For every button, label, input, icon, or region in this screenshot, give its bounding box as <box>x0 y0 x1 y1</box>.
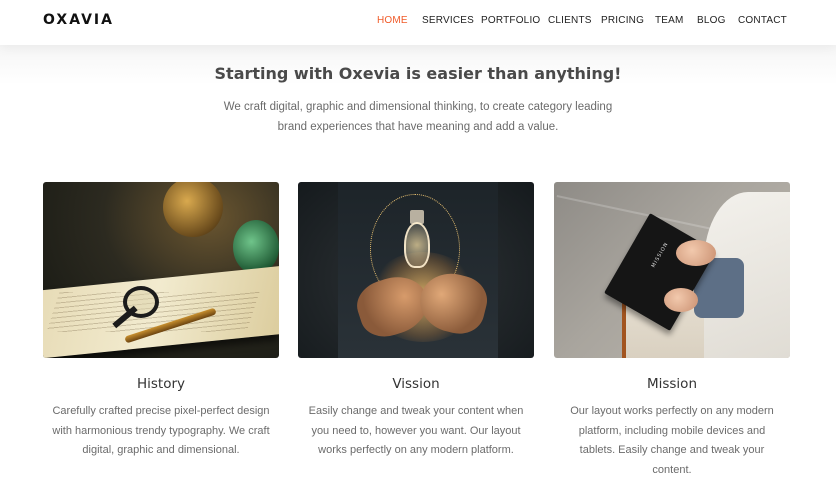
feature-card-mission: MISSION Mission Our layout works perfect… <box>554 182 790 480</box>
nav-item-services[interactable]: SERVICES <box>422 15 474 26</box>
card-title-mission: Mission <box>646 376 698 392</box>
card-text-history: Carefully crafted precise pixel-perfect … <box>52 405 270 456</box>
feature-card-history: History Carefully crafted precise pixel-… <box>43 182 279 461</box>
main-nav: HOME SERVICES PORTFOLIO CLIENTS PRICING … <box>0 15 836 29</box>
nav-item-contact[interactable]: CONTACT <box>738 15 787 26</box>
nav-item-portfolio[interactable]: PORTFOLIO <box>481 15 540 26</box>
navbar: OXAVIA HOME SERVICES PORTFOLIO CLIENTS P… <box>0 0 836 45</box>
card-text-vission: Easily change and tweak your content whe… <box>308 405 524 456</box>
intro-text: We craft digital, graphic and dimensiona… <box>223 101 613 133</box>
nav-item-team[interactable]: TEAM <box>655 15 684 26</box>
intro-title: Starting with Oxevia is easier than anyt… <box>214 64 622 83</box>
nav-item-clients[interactable]: CLIENTS <box>548 15 592 26</box>
card-title-vission: Vission <box>392 376 440 392</box>
vission-image <box>298 182 534 358</box>
history-image <box>43 182 279 358</box>
nav-item-pricing[interactable]: PRICING <box>601 15 644 26</box>
card-text-mission: Our layout works perfectly on any modern… <box>570 405 774 476</box>
card-title-history: History <box>136 376 186 392</box>
nav-item-home[interactable]: HOME <box>377 15 408 26</box>
nav-item-blog[interactable]: BLOG <box>697 15 726 26</box>
feature-card-vission: Vission Easily change and tweak your con… <box>298 182 534 461</box>
mission-image: MISSION <box>554 182 790 358</box>
